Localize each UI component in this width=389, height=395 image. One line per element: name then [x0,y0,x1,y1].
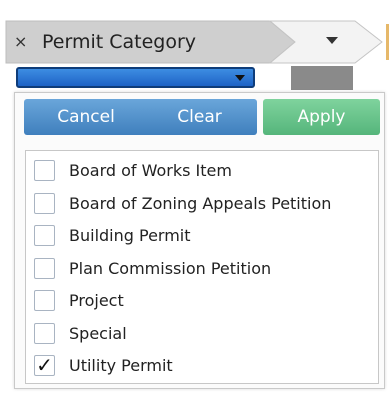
list-item[interactable]: ✓ Utility Permit [26,351,378,381]
checkbox[interactable] [34,160,55,181]
secondary-select[interactable] [291,66,353,90]
filter-dropdown-panel: Cancel Clear Apply Board of Works Item B… [14,92,385,389]
checkbox[interactable] [34,193,55,214]
item-label: Special [69,324,127,343]
checkbox-checked[interactable]: ✓ [34,355,55,376]
item-label: Board of Zoning Appeals Petition [69,194,332,213]
list-item[interactable]: Plan Commission Petition [26,254,378,284]
chevron-down-icon[interactable] [326,37,338,44]
list-item[interactable]: Special [26,319,378,349]
cancel-button[interactable]: Cancel [24,99,148,135]
category-list: Board of Works Item Board of Zoning Appe… [25,150,379,384]
item-label: Utility Permit [69,356,173,375]
checkmark-icon: ✓ [36,353,53,377]
checkbox[interactable] [34,258,55,279]
clear-button[interactable]: Clear [142,99,257,135]
item-label: Building Permit [69,226,191,245]
list-item[interactable]: Board of Works Item [26,156,378,186]
list-item[interactable]: Building Permit [26,221,378,251]
checkbox[interactable] [34,225,55,246]
item-label: Plan Commission Petition [69,259,272,278]
item-label: Project [69,291,124,310]
select-arrow-icon [235,75,245,81]
filter-bar: × Permit Category [0,0,389,95]
list-item[interactable]: Board of Zoning Appeals Petition [26,189,378,219]
item-label: Board of Works Item [69,161,232,180]
checkbox[interactable] [34,290,55,311]
list-item[interactable]: Project [26,286,378,316]
chip-label: Permit Category [42,31,197,53]
close-icon[interactable]: × [14,21,27,63]
checkbox[interactable] [34,323,55,344]
category-select[interactable] [16,67,255,88]
apply-button[interactable]: Apply [263,99,380,135]
